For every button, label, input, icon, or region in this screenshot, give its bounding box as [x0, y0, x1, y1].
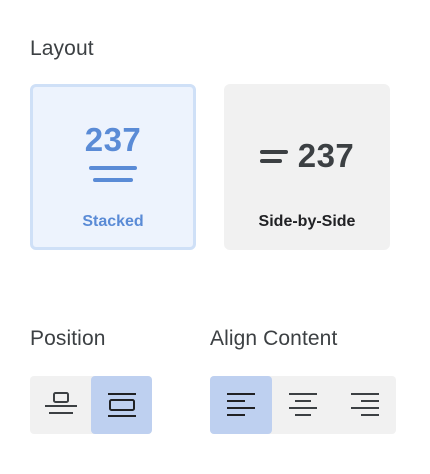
- stacked-preview-number: 237: [84, 121, 142, 158]
- stacked-label: Stacked: [82, 213, 144, 230]
- position-top-button[interactable]: [30, 376, 91, 434]
- align-vertical-top-icon: [44, 392, 77, 414]
- align-vertical-center-icon: [107, 393, 136, 417]
- side-by-side-preview-number: 237: [297, 137, 355, 174]
- side-bars-icon: [259, 148, 290, 164]
- position-heading: Position: [30, 327, 106, 350]
- align-right-icon: [351, 393, 379, 416]
- align-center-button[interactable]: [272, 376, 334, 434]
- align-center-icon: [289, 393, 317, 416]
- layout-option-stacked[interactable]: 237 Stacked: [30, 84, 196, 250]
- layout-option-side-by-side[interactable]: 237 Side-by-Side: [224, 84, 390, 250]
- position-center-button[interactable]: [91, 376, 152, 434]
- align-content-toggle-group: [210, 376, 396, 434]
- layout-heading: Layout: [30, 37, 94, 60]
- align-left-icon: [227, 393, 255, 416]
- stacked-bars-icon: [89, 166, 137, 184]
- position-toggle-group: [30, 376, 152, 434]
- side-by-side-label: Side-by-Side: [258, 213, 356, 230]
- align-content-heading: Align Content: [210, 327, 338, 350]
- align-right-button[interactable]: [334, 376, 396, 434]
- align-left-button[interactable]: [210, 376, 272, 434]
